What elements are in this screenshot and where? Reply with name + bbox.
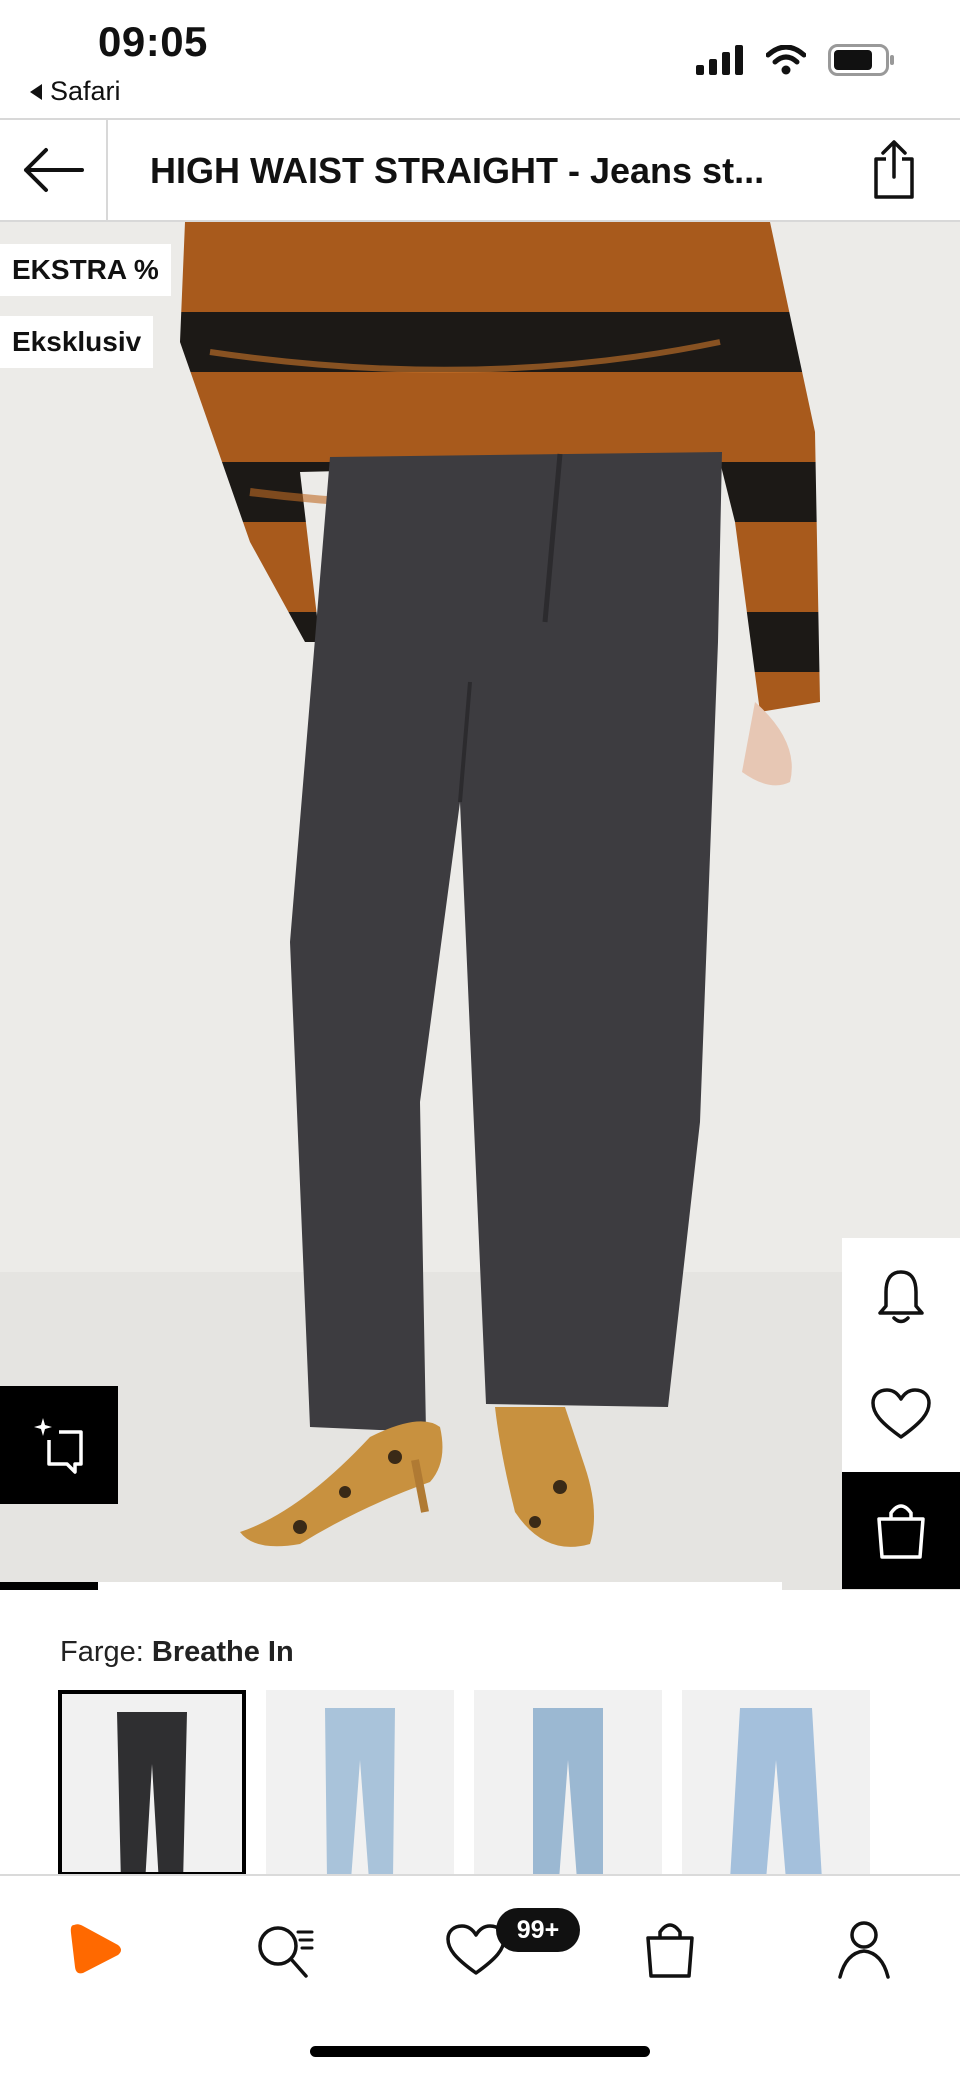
clock: 09:05 xyxy=(98,18,208,65)
profile-icon xyxy=(838,1921,890,1979)
jeans-thumbnail xyxy=(117,1712,187,1872)
wishlist-count-badge: 99+ xyxy=(496,1908,580,1952)
share-button[interactable] xyxy=(862,138,926,202)
top-nav-bar: HIGH WAIST STRAIGHT - Jeans st... xyxy=(0,118,960,222)
swatch-light-blue-2[interactable] xyxy=(474,1690,662,1876)
color-section: Farge: Breathe In xyxy=(0,1590,960,1876)
page-title: HIGH WAIST STRAIGHT - Jeans st... xyxy=(150,150,765,191)
jeans-thumbnail xyxy=(533,1708,603,1876)
bag-icon xyxy=(646,1923,694,1978)
home-indicator[interactable] xyxy=(310,2046,650,2057)
jeans-thumbnail xyxy=(325,1708,395,1876)
find-similar-button[interactable] xyxy=(0,1386,118,1504)
bell-icon xyxy=(878,1269,924,1323)
badge-exclusive: Eksklusiv xyxy=(0,316,154,368)
jeans-thumbnail xyxy=(730,1708,822,1876)
product-photo xyxy=(0,222,960,1590)
product-image[interactable]: EKSTRA % Eksklusiv xyxy=(0,222,960,1590)
color-name: Breathe In xyxy=(151,1636,294,1668)
back-triangle-icon xyxy=(30,83,42,100)
color-swatches xyxy=(58,1690,870,1876)
back-button[interactable] xyxy=(0,120,108,220)
notify-button[interactable] xyxy=(842,1238,960,1355)
sparkle-crop-icon xyxy=(34,1418,83,1474)
bottom-tab-bar: 99+ xyxy=(0,1874,960,2078)
swatch-light-blue-3[interactable] xyxy=(682,1690,870,1876)
share-icon xyxy=(874,140,914,199)
battery-icon xyxy=(828,44,894,76)
home-icon xyxy=(70,1924,121,1974)
tab-bag[interactable] xyxy=(630,1910,710,1990)
system-icons xyxy=(696,44,896,76)
tab-home[interactable] xyxy=(56,1910,136,1990)
image-progress-fill xyxy=(0,1582,98,1590)
image-progress xyxy=(0,1582,782,1590)
swatch-dark-grey[interactable] xyxy=(58,1690,246,1876)
color-label-prefix: Farge: xyxy=(60,1636,144,1668)
tab-profile[interactable] xyxy=(824,1910,904,1990)
tab-search[interactable] xyxy=(246,1910,326,1990)
arrow-left-icon xyxy=(24,148,84,192)
status-bar: 09:05 Safari xyxy=(0,0,960,118)
heart-icon xyxy=(871,1387,931,1439)
back-app-label: Safari xyxy=(50,76,121,106)
swatch-light-blue-1[interactable] xyxy=(266,1690,454,1876)
color-label: Farge: Breathe In xyxy=(60,1636,294,1669)
search-icon xyxy=(258,1926,314,1978)
signal-icon xyxy=(696,45,743,75)
add-to-bag-button[interactable] xyxy=(842,1472,960,1589)
side-actions xyxy=(842,1238,960,1589)
wifi-icon xyxy=(766,45,806,75)
badge-extra-discount: EKSTRA % xyxy=(0,244,171,296)
back-to-safari[interactable]: Safari xyxy=(30,76,121,107)
wishlist-button[interactable] xyxy=(842,1355,960,1472)
shopping-bag-icon xyxy=(877,1503,925,1559)
